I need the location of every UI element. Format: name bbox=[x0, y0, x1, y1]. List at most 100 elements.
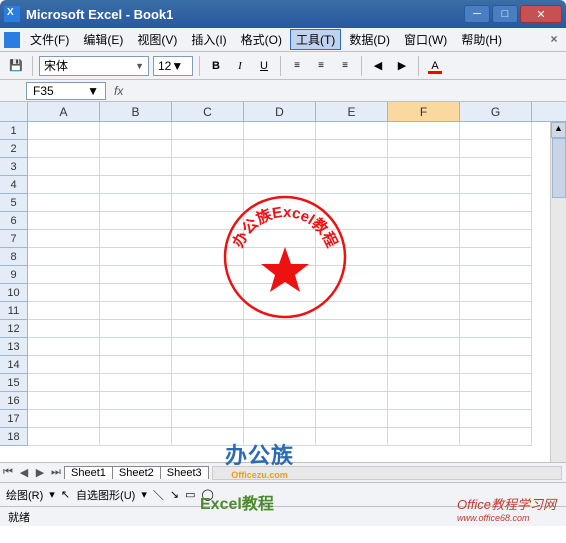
cell[interactable] bbox=[244, 122, 316, 140]
menu-window[interactable]: 窗口(W) bbox=[398, 29, 453, 50]
cell[interactable] bbox=[460, 248, 532, 266]
cell[interactable] bbox=[100, 338, 172, 356]
cell[interactable] bbox=[460, 356, 532, 374]
align-right-button[interactable]: ≡ bbox=[335, 56, 355, 76]
menu-insert[interactable]: 插入(I) bbox=[185, 29, 232, 50]
cell[interactable] bbox=[316, 374, 388, 392]
cell[interactable] bbox=[460, 392, 532, 410]
row-header[interactable]: 1 bbox=[0, 122, 28, 140]
cell[interactable] bbox=[28, 266, 100, 284]
row-header[interactable]: 17 bbox=[0, 410, 28, 428]
cell[interactable] bbox=[100, 356, 172, 374]
close-button[interactable]: ✕ bbox=[520, 5, 562, 23]
row-header[interactable]: 9 bbox=[0, 266, 28, 284]
cell[interactable] bbox=[316, 428, 388, 446]
cell[interactable] bbox=[460, 302, 532, 320]
row-header[interactable]: 4 bbox=[0, 176, 28, 194]
cell[interactable] bbox=[244, 158, 316, 176]
pointer-icon[interactable]: ↖ bbox=[61, 488, 70, 501]
column-header[interactable]: C bbox=[172, 102, 244, 121]
cell[interactable] bbox=[28, 356, 100, 374]
cell[interactable] bbox=[100, 410, 172, 428]
maximize-button[interactable]: □ bbox=[492, 5, 518, 23]
cell[interactable] bbox=[316, 140, 388, 158]
cell[interactable] bbox=[460, 410, 532, 428]
scroll-up-icon[interactable]: ▲ bbox=[551, 122, 566, 138]
menu-data[interactable]: 数据(D) bbox=[343, 29, 396, 50]
cell[interactable] bbox=[316, 410, 388, 428]
cell[interactable] bbox=[172, 248, 244, 266]
cell[interactable] bbox=[172, 122, 244, 140]
cell[interactable] bbox=[28, 194, 100, 212]
cell[interactable] bbox=[460, 374, 532, 392]
menu-edit[interactable]: 编辑(E) bbox=[77, 29, 129, 50]
cell[interactable] bbox=[100, 230, 172, 248]
cell[interactable] bbox=[244, 248, 316, 266]
tab-last-icon[interactable]: ⏭ bbox=[48, 466, 64, 479]
minimize-button[interactable]: ─ bbox=[464, 5, 490, 23]
row-header[interactable]: 6 bbox=[0, 212, 28, 230]
cell[interactable] bbox=[100, 248, 172, 266]
cell[interactable] bbox=[28, 392, 100, 410]
cell[interactable] bbox=[100, 374, 172, 392]
cell[interactable] bbox=[28, 320, 100, 338]
cell[interactable] bbox=[100, 428, 172, 446]
cell[interactable] bbox=[28, 410, 100, 428]
menu-view[interactable]: 视图(V) bbox=[131, 29, 183, 50]
align-center-button[interactable]: ≡ bbox=[311, 56, 331, 76]
cell[interactable] bbox=[28, 230, 100, 248]
cell[interactable] bbox=[244, 320, 316, 338]
scroll-thumb[interactable] bbox=[552, 138, 566, 198]
row-header[interactable]: 10 bbox=[0, 284, 28, 302]
row-header[interactable]: 14 bbox=[0, 356, 28, 374]
cell[interactable] bbox=[388, 176, 460, 194]
cell[interactable] bbox=[100, 158, 172, 176]
cell[interactable] bbox=[28, 338, 100, 356]
row-header[interactable]: 18 bbox=[0, 428, 28, 446]
column-header[interactable]: A bbox=[28, 102, 100, 121]
cell[interactable] bbox=[388, 428, 460, 446]
cell[interactable] bbox=[172, 338, 244, 356]
rectangle-icon[interactable]: ▭ bbox=[185, 488, 195, 501]
font-size-selector[interactable]: 12 ▼ bbox=[153, 56, 193, 76]
cell[interactable] bbox=[244, 230, 316, 248]
cell[interactable] bbox=[244, 140, 316, 158]
underline-button[interactable]: U bbox=[254, 56, 274, 76]
cell[interactable] bbox=[460, 428, 532, 446]
cell[interactable] bbox=[172, 284, 244, 302]
menu-tools[interactable]: 工具(T) bbox=[290, 29, 341, 50]
cell[interactable] bbox=[100, 266, 172, 284]
cell[interactable] bbox=[244, 284, 316, 302]
cell[interactable] bbox=[172, 194, 244, 212]
cell[interactable] bbox=[388, 158, 460, 176]
cell[interactable] bbox=[28, 176, 100, 194]
menu-format[interactable]: 格式(O) bbox=[235, 29, 288, 50]
cells[interactable] bbox=[28, 122, 566, 446]
cell[interactable] bbox=[460, 266, 532, 284]
cell[interactable] bbox=[172, 212, 244, 230]
cell[interactable] bbox=[316, 356, 388, 374]
menu-help[interactable]: 帮助(H) bbox=[455, 29, 508, 50]
app-icon[interactable] bbox=[4, 32, 20, 48]
indent-decrease-button[interactable]: ◀ bbox=[368, 56, 388, 76]
cell[interactable] bbox=[28, 212, 100, 230]
cell[interactable] bbox=[100, 212, 172, 230]
cell[interactable] bbox=[388, 248, 460, 266]
cell[interactable] bbox=[244, 356, 316, 374]
cell[interactable] bbox=[460, 122, 532, 140]
tab-next-icon[interactable]: ▶ bbox=[32, 466, 48, 479]
cell[interactable] bbox=[100, 320, 172, 338]
column-header[interactable]: E bbox=[316, 102, 388, 121]
row-header[interactable]: 3 bbox=[0, 158, 28, 176]
cell[interactable] bbox=[100, 140, 172, 158]
menu-file[interactable]: 文件(F) bbox=[24, 29, 75, 50]
row-header[interactable]: 5 bbox=[0, 194, 28, 212]
font-color-button[interactable]: A bbox=[425, 56, 445, 76]
row-header[interactable]: 15 bbox=[0, 374, 28, 392]
cell[interactable] bbox=[460, 176, 532, 194]
italic-button[interactable]: I bbox=[230, 56, 250, 76]
cell[interactable] bbox=[388, 338, 460, 356]
cell[interactable] bbox=[28, 302, 100, 320]
cell[interactable] bbox=[460, 158, 532, 176]
cell[interactable] bbox=[388, 374, 460, 392]
